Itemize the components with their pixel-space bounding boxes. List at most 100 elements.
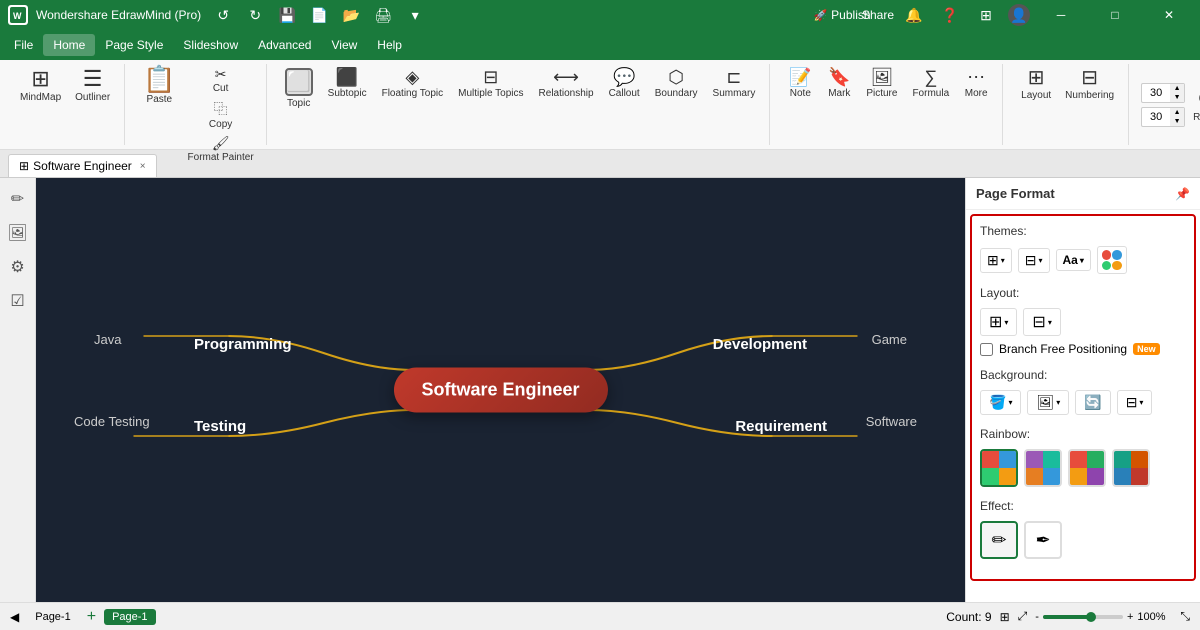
ribbon-group-clipboard: 📋 Paste ✂ Cut ⿻ Copy 🖌 Format Painter [129, 64, 267, 145]
help-btn[interactable]: ❓ [936, 4, 964, 26]
rainbow-btn-3[interactable] [1068, 449, 1106, 487]
note-btn[interactable]: 📝 Note [782, 64, 818, 103]
menu-file[interactable]: File [4, 34, 43, 56]
picture-btn[interactable]: 🖼 Picture [860, 64, 903, 103]
apps-btn[interactable]: ⊞ [972, 4, 1000, 26]
redo-btn[interactable]: ↻ [241, 4, 269, 26]
close-btn[interactable]: ✕ [1146, 0, 1192, 30]
theme-color-btn[interactable] [1097, 246, 1127, 274]
rainbow-btn-2[interactable] [1024, 449, 1062, 487]
topic-btn[interactable]: ⬜ Topic [279, 64, 319, 113]
width-down[interactable]: ▼ [1170, 93, 1184, 102]
effect-btn-2[interactable]: ✒ [1024, 521, 1062, 559]
theme-layout-btn[interactable]: ⊞ ▾ [980, 248, 1012, 273]
save-btn[interactable]: 💾 [273, 4, 301, 26]
branch-free-checkbox[interactable] [980, 343, 993, 356]
menu-help[interactable]: Help [367, 34, 412, 56]
fit-btn[interactable]: ⊞ [1000, 610, 1010, 624]
new-btn[interactable]: 📄 [305, 4, 333, 26]
rainbow-cell-1-2 [999, 451, 1016, 468]
expand-btn[interactable]: ⤢ [1018, 609, 1028, 624]
layout-row: ⊞ ▾ ⊟ ▾ [980, 308, 1186, 336]
bg-image-btn[interactable]: 🖼 ▾ [1027, 390, 1069, 415]
height-input[interactable]: ▲ ▼ [1141, 107, 1185, 127]
mark-btn[interactable]: 🔖 Mark [821, 64, 857, 103]
ribbon: ⊞ MindMap ☰ Outliner 📋 Paste ✂ Cut ⿻ [0, 60, 1200, 150]
bg-adjust-btn[interactable]: ⊟ ▾ [1117, 390, 1153, 415]
floating-topic-btn[interactable]: ◈ Floating Topic [376, 64, 450, 103]
rainbow-cell-3-1 [1070, 451, 1087, 468]
width-up[interactable]: ▲ [1170, 84, 1184, 93]
rainbow-btn-1[interactable] [980, 449, 1018, 487]
copy-btn[interactable]: ⿻ Copy [184, 97, 258, 132]
branch-free-label: Branch Free Positioning [999, 342, 1127, 356]
svg-text:W: W [13, 11, 22, 21]
document-tab[interactable]: ⊞ Software Engineer × [8, 154, 157, 177]
menu-view[interactable]: View [321, 34, 367, 56]
width-input[interactable]: ▲ ▼ [1141, 83, 1185, 103]
layout-mind-btn[interactable]: ⊞ ▾ [980, 308, 1017, 336]
zoom-slider[interactable] [1043, 615, 1123, 619]
more-btn[interactable]: ⋯ More [958, 64, 994, 103]
fullscreen-btn[interactable]: ⤡ [1180, 609, 1190, 624]
height-up[interactable]: ▲ [1170, 108, 1184, 117]
publish-btn[interactable]: 🚀 Publish [828, 4, 856, 26]
height-down[interactable]: ▼ [1170, 117, 1184, 126]
undo-btn[interactable]: ↺ [209, 4, 237, 26]
reset-btn[interactable]: ↺ Reset [1187, 82, 1200, 127]
side-task-btn[interactable]: ☑ [3, 286, 33, 316]
page-tab-1[interactable]: Page-1 [27, 609, 78, 625]
dropdown-btn[interactable]: ▾ [401, 4, 429, 26]
side-diagram-btn[interactable]: ⚙ [3, 252, 33, 282]
status-left: ◀ Page-1 + Page-1 [10, 608, 156, 626]
page-nav-prev[interactable]: ◀ [10, 610, 19, 624]
notification-btn[interactable]: 🔔 [900, 4, 928, 26]
bg-color-btn[interactable]: 🪣 ▾ [980, 390, 1021, 415]
rainbow-cell-4-4 [1131, 468, 1148, 485]
summary-btn[interactable]: ⊏ Summary [707, 64, 762, 103]
user-avatar[interactable]: 👤 [1008, 4, 1030, 26]
minimize-btn[interactable]: ─ [1038, 0, 1084, 30]
theme-font-btn[interactable]: Aa ▾ [1056, 249, 1091, 271]
menu-page-style[interactable]: Page Style [95, 34, 173, 56]
panel-pin-btn[interactable]: 📌 [1175, 187, 1190, 201]
maximize-btn[interactable]: □ [1092, 0, 1138, 30]
mindmap-btn[interactable]: ⊞ MindMap [14, 64, 67, 107]
callout-btn[interactable]: 💬 Callout [603, 64, 646, 103]
boundary-btn[interactable]: ⬡ Boundary [649, 64, 704, 103]
topics-content: ⬜ Topic ⬛ Subtopic ◈ Floating Topic ⊟ Mu… [279, 64, 762, 145]
title-bar-right: 🚀 Publish Share 🔔 ❓ ⊞ 👤 ─ □ ✕ [828, 0, 1192, 30]
paste-btn[interactable]: 📋 Paste [137, 64, 181, 109]
multiple-topics-btn[interactable]: ⊟ Multiple Topics [452, 64, 529, 103]
open-btn[interactable]: 📂 [337, 4, 365, 26]
active-page-tab[interactable]: Page-1 [104, 609, 155, 625]
side-image-btn[interactable]: 🖼 [3, 218, 33, 248]
outliner-icon: ☰ [83, 68, 103, 90]
format-painter-btn[interactable]: 🖌 Format Painter [184, 133, 258, 165]
share-btn[interactable]: Share [864, 4, 892, 26]
formula-btn[interactable]: ∑ Formula [906, 64, 955, 103]
zoom-minus-btn[interactable]: - [1035, 611, 1039, 623]
menu-slideshow[interactable]: Slideshow [173, 34, 248, 56]
bg-replace-btn[interactable]: 🔄 [1075, 390, 1110, 415]
menu-advanced[interactable]: Advanced [248, 34, 321, 56]
central-node[interactable]: Software Engineer [393, 368, 607, 413]
print-btn[interactable]: 🖨 [369, 4, 397, 26]
rainbow-btn-4[interactable] [1112, 449, 1150, 487]
tab-close-btn[interactable]: × [140, 161, 146, 172]
effect-btn-1[interactable]: ✏ [980, 521, 1018, 559]
boundary-icon: ⬡ [668, 68, 684, 86]
page-add-btn[interactable]: + [87, 608, 96, 626]
numbering-btn[interactable]: ⊟ Numbering [1059, 64, 1120, 105]
theme-layout2-btn[interactable]: ⊟ ▾ [1018, 248, 1050, 273]
paste-icon: 📋 [143, 66, 175, 92]
menu-home[interactable]: Home [43, 34, 95, 56]
zoom-plus-btn[interactable]: + [1127, 611, 1133, 623]
subtopic-btn[interactable]: ⬛ Subtopic [322, 64, 373, 103]
outliner-btn[interactable]: ☰ Outliner [69, 64, 116, 107]
layout-btn[interactable]: ⊞ Layout [1015, 64, 1057, 105]
side-format-btn[interactable]: ✏ [3, 184, 33, 214]
layout-tree-btn[interactable]: ⊟ ▾ [1023, 308, 1060, 336]
relationship-btn[interactable]: ⟷ Relationship [533, 64, 600, 103]
cut-btn[interactable]: ✂ Cut [184, 64, 258, 96]
